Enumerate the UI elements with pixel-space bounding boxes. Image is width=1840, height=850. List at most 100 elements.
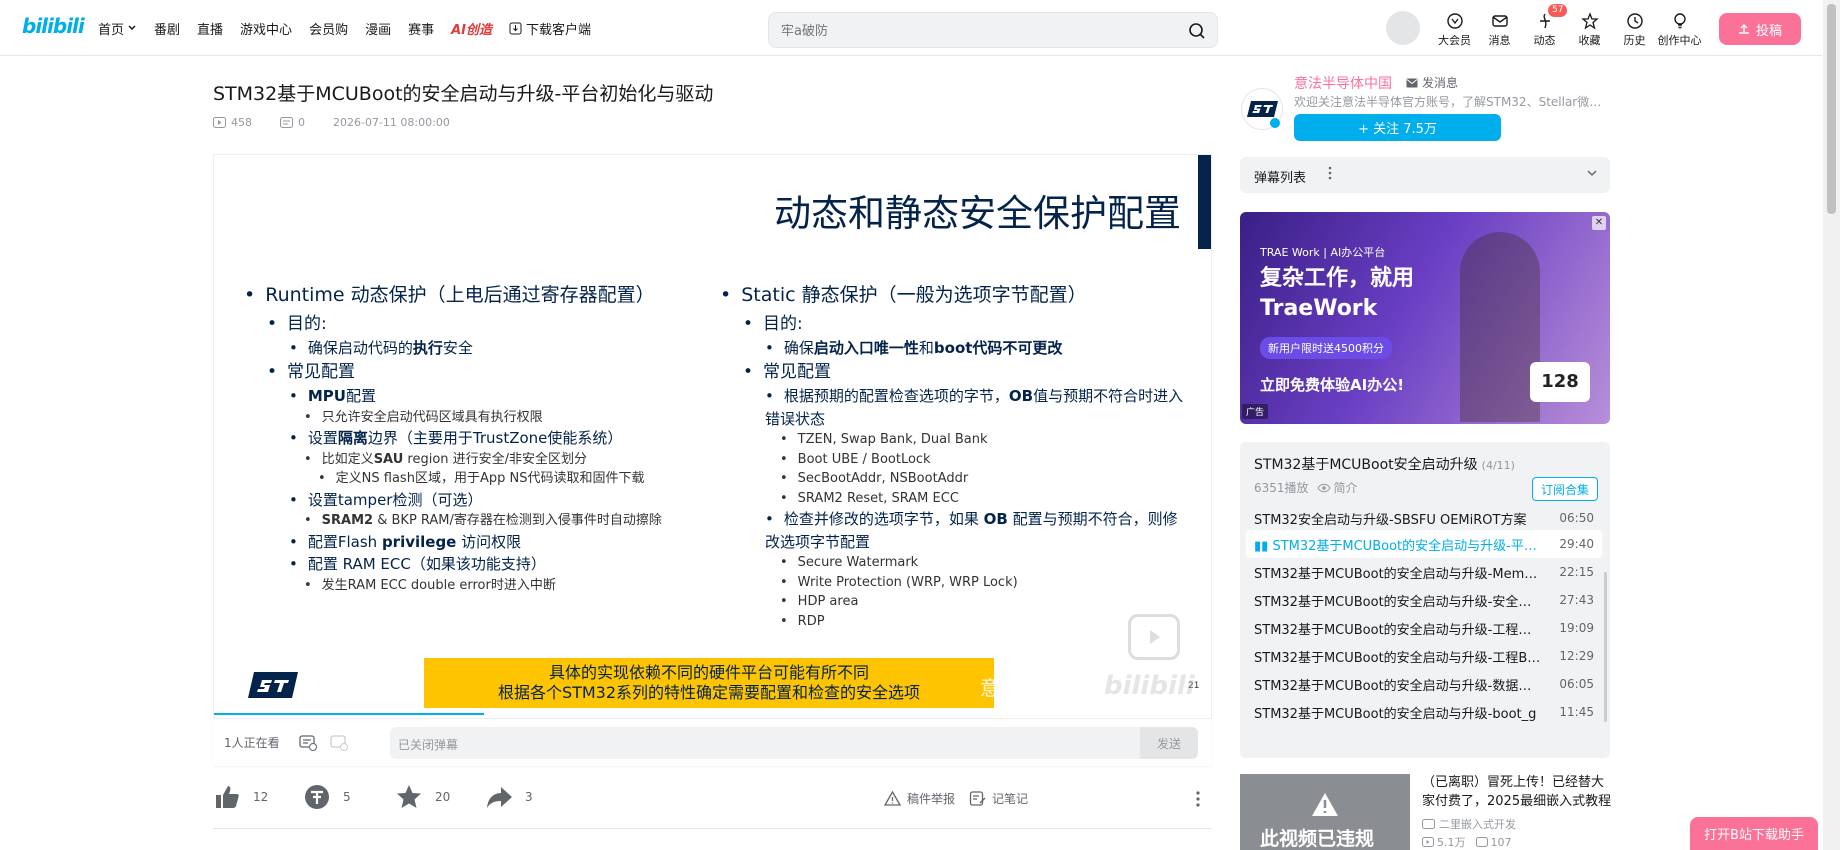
- playlist-item-duration: 06:05: [1559, 677, 1594, 691]
- nav-manga[interactable]: 漫画: [365, 19, 391, 38]
- more-vertical-small-icon[interactable]: [1328, 166, 1332, 180]
- danmaku-list-header[interactable]: 弹幕列表: [1240, 157, 1610, 193]
- recommend-thumbnail[interactable]: 此视频已违规: [1240, 774, 1410, 850]
- playlist-item-active[interactable]: ▮▮ STM32基于MCUBoot的安全启动与升级-平台初始化与驱动 29:40: [1246, 530, 1602, 558]
- danmaku-send-bar: 1人正在看 已关闭弹幕 发送: [213, 720, 1212, 766]
- nav-esports[interactable]: 赛事: [408, 19, 434, 38]
- slide-title-bar: [1198, 155, 1211, 249]
- report-button[interactable]: 稿件举报: [884, 790, 955, 807]
- header-vip[interactable]: 大会员: [1432, 8, 1477, 48]
- header-favorites[interactable]: 收藏: [1567, 8, 1612, 48]
- playlist-item[interactable]: STM32基于MCUBoot的安全启动与升级-工程Build 12:29: [1246, 642, 1602, 670]
- header-message[interactable]: 消息: [1477, 8, 1522, 48]
- uploader-avatar[interactable]: [1241, 88, 1283, 130]
- playlist-item[interactable]: STM32安全启动与升级-SBSFU OEMiROT方案 06:50: [1246, 510, 1602, 532]
- playlist-item[interactable]: STM32基于MCUBoot的安全启动与升级-数据与固件 06:05: [1246, 670, 1602, 698]
- playlist-item-title: STM32基于MCUBoot的安全启动与升级-boot_g: [1254, 706, 1537, 722]
- slide-highlight-banner: 具体的实现依赖不同的硬件平台可能有所不同 根据各个STM32系列的特性确定需要配置…: [424, 658, 994, 708]
- uploader-name[interactable]: 意法半导体中国: [1294, 73, 1392, 93]
- playlist-item[interactable]: STM32基于MCUBoot的安全启动与升级-安全启动流程 27:43: [1246, 586, 1602, 614]
- slide-bullet: SecBootAddr, NSBootAddr: [720, 469, 1190, 489]
- slide-bullet: 常见配置: [244, 360, 704, 386]
- close-icon[interactable]: ✕: [1592, 216, 1606, 230]
- nav-live[interactable]: 直播: [197, 19, 223, 38]
- play-count-icon: [1422, 837, 1434, 847]
- notes-button[interactable]: 记笔记: [969, 790, 1028, 807]
- slide-bullet: Write Protection (WRP, WRP Lock): [720, 573, 1190, 593]
- coin-icon: [305, 785, 329, 809]
- chevron-down-icon[interactable]: [1586, 167, 1598, 179]
- upload-icon: [1738, 24, 1749, 34]
- page-scrollbar[interactable]: [1823, 0, 1840, 850]
- notes-icon: [969, 791, 986, 806]
- share-button[interactable]: 3: [485, 783, 533, 811]
- search-input[interactable]: [781, 21, 1171, 41]
- slide-right-column: Static 静态保护（一般为选项字节配置）目的:确保启动入口唯一性和boot代…: [720, 281, 1190, 631]
- recommend-title[interactable]: （已离职）冒死上传！已经替大家付费了，2025最细嵌入式教程: [1422, 773, 1612, 811]
- slide-bullet: 只允许安全启动代码区域具有执行权限: [244, 408, 704, 428]
- bilibili-logo[interactable]: bilibili: [22, 14, 85, 40]
- slide-bullet: 常见配置: [720, 360, 1190, 386]
- playlist-title: STM32基于MCUBoot安全启动升级 (4/11): [1254, 457, 1515, 473]
- page-scrollbar-thumb[interactable]: [1827, 4, 1836, 214]
- playlist-scrollbar[interactable]: [1604, 572, 1607, 722]
- playlist-item-duration: 22:15: [1559, 565, 1594, 579]
- video-player[interactable]: 动态和静态安全保护配置 Runtime 动态保护（上电后通过寄存器配置）目的:确…: [213, 154, 1212, 719]
- playlist-intro[interactable]: 简介: [1334, 479, 1358, 496]
- slide-title: 动态和静态安全保护配置: [774, 192, 1181, 235]
- header-creator[interactable]: 创作中心: [1657, 8, 1702, 48]
- playlist-items: STM32安全启动与升级-SBSFU OEMiROT方案 06:50 ▮▮ STM3…: [1240, 510, 1610, 758]
- playlist-item[interactable]: STM32基于MCUBoot的安全启动与升级-boot_g 11:45: [1246, 698, 1602, 726]
- header-dynamic[interactable]: 57 动态: [1522, 4, 1568, 48]
- nav-anime[interactable]: 番剧: [154, 19, 180, 38]
- ad-headline: 复杂工作，就用TraeWork: [1260, 266, 1415, 321]
- playlist-item-title: ▮▮ STM32基于MCUBoot的安全启动与升级-平台初始化与驱动: [1254, 538, 1544, 554]
- danmaku-input[interactable]: 已关闭弹幕: [390, 727, 1140, 759]
- slide-bullet: Secure Watermark: [720, 553, 1190, 573]
- ad-tag: 新用户限时送4500积分: [1260, 337, 1392, 359]
- danmaku-toggle-icon[interactable]: [298, 732, 318, 752]
- subscribe-collection-button[interactable]: 订阅合集: [1532, 477, 1598, 501]
- favorite-button[interactable]: 20: [395, 783, 450, 811]
- header-history[interactable]: 历史: [1612, 8, 1657, 48]
- slide-bullet: TZEN, Swap Bank, Dual Bank: [720, 430, 1190, 450]
- upload-button[interactable]: 投稿: [1719, 13, 1801, 45]
- thumbs-up-icon: [216, 786, 239, 808]
- recommend-uploader[interactable]: 二里嵌入式开发: [1422, 816, 1516, 832]
- like-button[interactable]: 12: [213, 783, 268, 811]
- ad-banner[interactable]: TRAE Work | AI办公平台 复杂工作，就用TraeWork 新用户限时…: [1240, 212, 1610, 424]
- danmaku-list-label: 弹幕列表: [1254, 171, 1307, 186]
- vip-icon: [1446, 13, 1463, 29]
- nav-download-client[interactable]: 下载客户端: [509, 19, 591, 38]
- coin-button[interactable]: 5: [303, 783, 351, 811]
- playlist-item-title: STM32基于MCUBoot的安全启动与升级-工程Build: [1254, 650, 1544, 666]
- ad-person-image: [1460, 232, 1540, 422]
- video-progress-bar[interactable]: [214, 713, 484, 715]
- slide-bullet: RDP: [720, 612, 1190, 632]
- send-message-link[interactable]: 发消息: [1406, 74, 1458, 91]
- slide-bullet: 设置隔离边界（主要用于TrustZone使能系统）: [244, 427, 704, 450]
- nav-shop[interactable]: 会员购: [309, 19, 348, 38]
- search-icon[interactable]: [1187, 21, 1207, 41]
- ad-brand: TRAE Work | AI办公平台: [1260, 246, 1386, 259]
- up-badge-icon: [1422, 819, 1435, 829]
- danmaku-send-button[interactable]: 发送: [1140, 727, 1198, 759]
- follow-button[interactable]: + 关注 7.5万: [1294, 114, 1501, 141]
- playlist-item-title: STM32基于MCUBoot的安全启动与升级-安全启动流程: [1254, 594, 1544, 610]
- message-icon: [1491, 15, 1508, 27]
- nav-game-center[interactable]: 游戏中心: [240, 19, 292, 38]
- user-avatar[interactable]: [1386, 11, 1420, 45]
- nav-home[interactable]: 首页: [98, 19, 137, 38]
- play-icon: [1150, 630, 1160, 644]
- slide-bullet: 发生RAM ECC double error时进入中断: [244, 576, 704, 596]
- playlist-item[interactable]: STM32基于MCUBoot的安全启动与升级-工程的编译 19:09: [1246, 614, 1602, 642]
- playlist-item[interactable]: STM32基于MCUBoot的安全启动与升级-Memory配置 22:15: [1246, 558, 1602, 586]
- more-vertical-icon[interactable]: [1196, 791, 1200, 807]
- recommend-stats: 5.1万 107: [1422, 834, 1512, 850]
- danmaku-settings-icon[interactable]: [329, 732, 349, 752]
- download-helper-button[interactable]: 打开B站下载助手: [1690, 817, 1818, 850]
- nav-ai-create[interactable]: AI创造: [451, 19, 492, 38]
- publish-date: 2026-07-11 08:00:00: [333, 116, 450, 129]
- slide-bullet: MPU配置: [244, 385, 704, 408]
- bilibili-watermark: bilibili: [1104, 671, 1195, 701]
